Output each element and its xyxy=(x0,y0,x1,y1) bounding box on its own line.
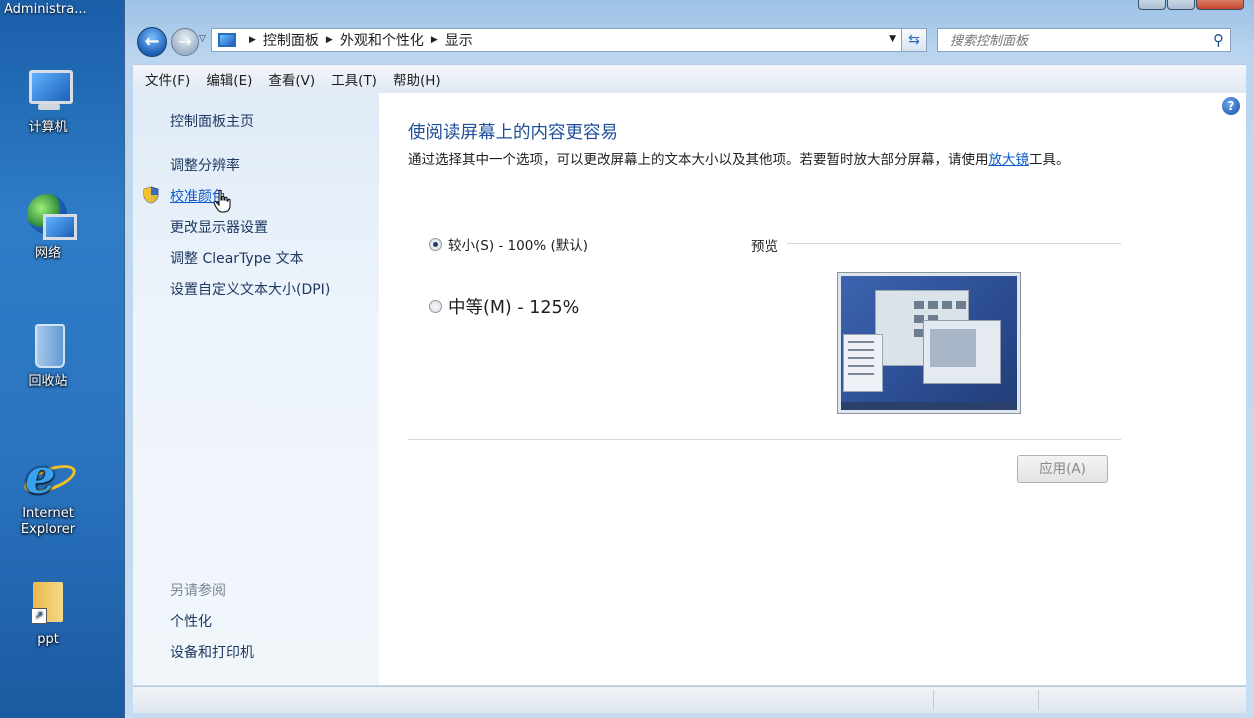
preview-label: 预览 xyxy=(751,239,778,255)
minimize-button[interactable] xyxy=(1138,0,1166,10)
breadcrumb-appearance[interactable]: 外观和个性化 xyxy=(340,30,424,50)
preview-divider xyxy=(787,243,1121,244)
status-bar xyxy=(133,686,1246,713)
folder-shortcut-icon: ↗ xyxy=(23,578,73,628)
search-icon[interactable]: ⚲ xyxy=(1213,31,1224,49)
forward-button[interactable]: → xyxy=(171,28,199,56)
desktop-icon-label: ppt xyxy=(37,632,59,647)
close-button[interactable] xyxy=(1196,0,1244,10)
apply-button[interactable]: 应用(A) xyxy=(1017,455,1108,483)
menu-view[interactable]: 查看(V) xyxy=(268,69,315,89)
back-button[interactable]: ← xyxy=(137,27,167,57)
refresh-icon: ⇆ xyxy=(908,32,920,48)
radio-smaller[interactable] xyxy=(429,237,442,251)
search-input[interactable] xyxy=(948,30,1202,52)
desktop-icon-internet-explorer[interactable]: e Internet Explorer xyxy=(8,452,88,537)
sidebar: 控制面板主页 调整分辨率 校准颜色 更改显示器设置 调整 ClearType 文… xyxy=(133,93,379,685)
radio-medium[interactable] xyxy=(429,300,442,313)
desktop-icon-network[interactable]: 网络 xyxy=(8,192,88,262)
breadcrumb-control-panel[interactable]: 控制面板 xyxy=(263,30,319,50)
menu-tools[interactable]: 工具(T) xyxy=(331,69,377,89)
desktop-icon-recycle-bin[interactable]: 回收站 xyxy=(8,320,88,390)
menu-bar: 文件(F) 编辑(E) 查看(V) 工具(T) 帮助(H) xyxy=(133,64,1246,94)
uac-shield-icon xyxy=(143,186,159,204)
address-dropdown-icon[interactable]: ▼ xyxy=(889,34,896,44)
recent-pages-chevron-icon[interactable]: ▽ xyxy=(199,34,206,44)
caption-buttons xyxy=(1138,0,1244,10)
page-description: 通过选择其中一个选项，可以更改屏幕上的文本大小以及其他项。若要暂时放大部分屏幕，… xyxy=(408,149,1120,171)
search-box[interactable]: ⚲ xyxy=(937,28,1231,52)
recycle-bin-icon xyxy=(23,320,73,370)
sidebar-item-custom-dpi[interactable]: 设置自定义文本大小(DPI) xyxy=(170,279,330,299)
address-bar[interactable]: ▶ 控制面板 ▶ 外观和个性化 ▶ 显示 ▼ xyxy=(211,28,903,52)
help-icon[interactable]: ? xyxy=(1222,97,1240,115)
computer-icon xyxy=(23,66,73,116)
breadcrumb-arrow-icon[interactable]: ▶ xyxy=(431,35,438,45)
see-also-heading: 另请参阅 xyxy=(170,583,226,599)
maximize-button[interactable] xyxy=(1167,0,1195,10)
sidebar-item-change-display-settings[interactable]: 更改显示器设置 xyxy=(170,217,268,237)
sidebar-item-cleartype[interactable]: 调整 ClearType 文本 xyxy=(170,248,304,268)
desktop-icon-label: 计算机 xyxy=(28,120,68,135)
navigation-bar: ← → ▽ ▶ 控制面板 ▶ 外观和个性化 ▶ 显示 ▼ ⇆ ⚲ xyxy=(137,26,1242,57)
control-panel-window: ← → ▽ ▶ 控制面板 ▶ 外观和个性化 ▶ 显示 ▼ ⇆ ⚲ 文件(F) 编… xyxy=(124,0,1254,718)
option-medium-label[interactable]: 中等(M) - 125% xyxy=(448,294,579,319)
desktop-icon-computer[interactable]: 计算机 xyxy=(8,66,88,136)
breadcrumb-arrow-icon[interactable]: ▶ xyxy=(249,35,256,45)
magnifier-link[interactable]: 放大镜 xyxy=(989,152,1030,168)
content-area: 控制面板主页 调整分辨率 校准颜色 更改显示器设置 调整 ClearType 文… xyxy=(133,93,1246,685)
internet-explorer-icon: e xyxy=(20,452,80,502)
refresh-button[interactable]: ⇆ xyxy=(901,28,927,52)
menu-help[interactable]: 帮助(H) xyxy=(393,69,441,89)
sidebar-item-devices-printers[interactable]: 设备和打印机 xyxy=(170,642,254,662)
network-icon xyxy=(23,192,77,242)
menu-file[interactable]: 文件(F) xyxy=(145,69,190,89)
sidebar-item-control-panel-home[interactable]: 控制面板主页 xyxy=(170,111,254,131)
option-medium[interactable]: 中等(M) - 125% xyxy=(429,294,579,319)
main-panel: ? 使阅读屏幕上的内容更容易 通过选择其中一个选项，可以更改屏幕上的文本大小以及… xyxy=(379,93,1246,685)
menu-edit[interactable]: 编辑(E) xyxy=(206,69,252,89)
preview-image xyxy=(837,272,1021,414)
desktop-user-label: Administra... xyxy=(4,2,87,17)
page-title: 使阅读屏幕上的内容更容易 xyxy=(408,123,618,143)
description-text: 通过选择其中一个选项，可以更改屏幕上的文本大小以及其他项。若要暂时放大部分屏幕，… xyxy=(408,152,989,168)
desktop-icon-label: Internet Explorer xyxy=(20,506,76,537)
section-divider xyxy=(408,439,1121,440)
desktop-icon-ppt[interactable]: ↗ ppt xyxy=(8,578,88,648)
option-smaller[interactable]: 较小(S) - 100% (默认) xyxy=(429,234,588,254)
option-smaller-label[interactable]: 较小(S) - 100% (默认) xyxy=(448,234,588,254)
control-panel-icon xyxy=(218,33,236,47)
desktop-icon-label: 网络 xyxy=(34,246,61,261)
sidebar-item-adjust-resolution[interactable]: 调整分辨率 xyxy=(170,155,240,175)
sidebar-item-personalization[interactable]: 个性化 xyxy=(170,611,212,631)
description-text-end: 工具。 xyxy=(1029,152,1070,168)
desktop-icon-label: 回收站 xyxy=(28,374,68,389)
breadcrumb-arrow-icon[interactable]: ▶ xyxy=(326,35,333,45)
hand-cursor-icon xyxy=(213,189,231,213)
breadcrumb-display[interactable]: 显示 xyxy=(445,30,473,50)
